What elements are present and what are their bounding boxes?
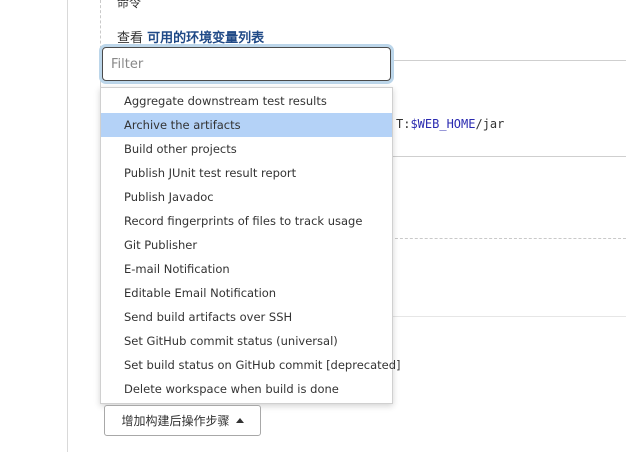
menu-item-delete-workspace[interactable]: Delete workspace when build is done [101,377,392,401]
menu-item-aggregate-downstream[interactable]: Aggregate downstream test results [101,89,392,113]
menu-item-archive-artifacts[interactable]: Archive the artifacts [101,113,392,137]
menu-item-editable-email[interactable]: Editable Email Notification [101,281,392,305]
menu-item-build-other-projects[interactable]: Build other projects [101,137,392,161]
sidebar-divider [67,0,68,452]
menu-item-github-commit-status[interactable]: Set GitHub commit status (universal) [101,329,392,353]
post-build-action-menu: Aggregate downstream test results Archiv… [100,87,401,404]
lower-dashed-divider [390,238,626,239]
add-post-build-step-label: 增加构建后操作步骤 [121,414,230,428]
menu-item-git-publisher[interactable]: Git Publisher [101,233,392,257]
menu-item-publish-javadoc[interactable]: Publish Javadoc [101,185,392,209]
command-suffix: /jar [475,117,505,131]
menu-item-email-notification[interactable]: E-mail Notification [101,257,392,281]
command-text: T:$WEB_HOME/jar [396,117,504,131]
filter-focus-ring [99,44,394,84]
menu-item-github-build-status[interactable]: Set build status on GitHub commit [depre… [101,353,401,377]
section-separator [390,316,626,317]
menu-item-record-fingerprints[interactable]: Record fingerprints of files to track us… [101,209,392,233]
command-label: 命令 [117,0,142,10]
command-variable: $WEB_HOME [410,117,476,131]
menu-item-send-over-ssh[interactable]: Send build artifacts over SSH [101,305,392,329]
menu-item-publish-junit[interactable]: Publish JUnit test result report [101,161,392,185]
left-sidebar [0,0,67,452]
caret-up-icon [235,418,244,423]
filter-input[interactable] [102,47,391,81]
add-post-build-step-button[interactable]: 增加构建后操作步骤 [104,405,261,436]
command-prefix: T: [396,117,411,131]
